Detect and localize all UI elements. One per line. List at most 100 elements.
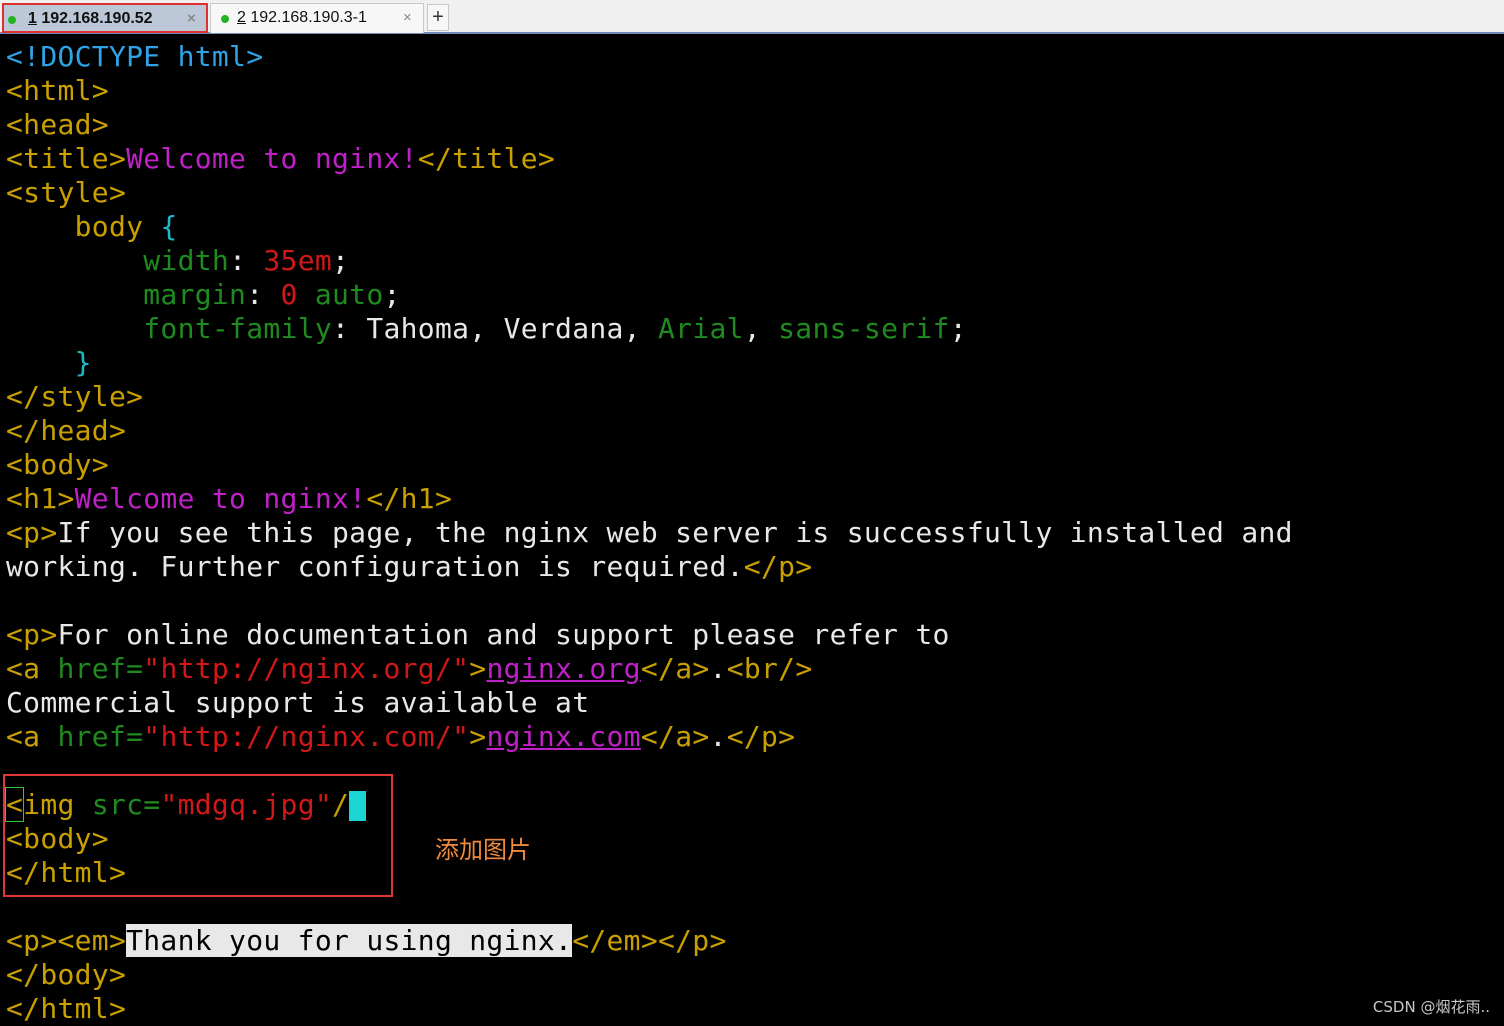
code-token: > — [469, 652, 487, 685]
code-token: </html> — [6, 992, 127, 1025]
code-token: { — [160, 210, 178, 243]
code-token: : Tahoma, Verdana, — [332, 312, 658, 345]
code-token: <p><em> — [6, 924, 127, 957]
code-token: <a — [6, 652, 58, 685]
code-token: 0 — [280, 278, 298, 311]
code-token: font-family — [143, 312, 332, 345]
code-token: . — [709, 652, 727, 685]
code-token: Commercial support is available at — [6, 686, 590, 719]
code-token: : — [229, 244, 264, 277]
code-token: </head> — [6, 414, 127, 447]
editor-line: </html> — [6, 992, 1496, 1026]
code-token: ; — [949, 312, 967, 345]
editor-line: working. Further configuration is requir… — [6, 550, 1496, 584]
code-token: nginx.org — [486, 652, 641, 685]
code-token: Welcome to nginx! — [74, 482, 367, 515]
editor-line: <title>Welcome to nginx!</title> — [6, 142, 1496, 176]
code-token: </a> — [640, 720, 710, 753]
code-token: </p> — [743, 550, 813, 583]
code-token: <head> — [6, 108, 109, 141]
connected-status-icon — [8, 16, 16, 24]
editor-line: } — [6, 346, 1496, 380]
editor-line: Commercial support is available at — [6, 686, 1496, 720]
editor-line: <a href="http://nginx.com/">nginx.com</a… — [6, 720, 1496, 754]
editor-line: margin: 0 auto; — [6, 278, 1496, 312]
tab-session-2[interactable]: 2 192.168.190.3-1 × — [210, 3, 424, 33]
code-token: <body> — [6, 448, 109, 481]
code-token: </style> — [6, 380, 144, 413]
code-token: ; — [383, 278, 401, 311]
code-token: <br/> — [726, 652, 813, 685]
code-token: . — [709, 720, 727, 753]
tab-session-1[interactable]: 1 192.168.190.52 × — [2, 3, 208, 33]
editor-line: body { — [6, 210, 1496, 244]
code-token: <!DOCTYPE html> — [6, 40, 264, 73]
code-token: <h1> — [6, 482, 75, 515]
editor-line: <p>For online documentation and support … — [6, 618, 1496, 652]
code-token: Welcome to nginx! — [126, 142, 418, 175]
code-token: "http://nginx.org/" — [143, 652, 470, 685]
code-token: , — [743, 312, 779, 345]
editor-line: <style> — [6, 176, 1496, 210]
editor-line: <p>If you see this page, the nginx web s… — [6, 516, 1496, 550]
code-token: href= — [57, 652, 144, 685]
code-token: </title> — [417, 142, 556, 175]
code-token: href= — [57, 720, 144, 753]
annotation-highlight-box — [3, 774, 393, 897]
code-token: <p> — [6, 618, 58, 651]
code-token: width — [143, 244, 230, 277]
code-token: <p> — [6, 516, 58, 549]
tab-label: 1 192.168.190.52 — [28, 10, 153, 27]
code-token: "http://nginx.com/" — [143, 720, 470, 753]
code-token: auto — [314, 278, 384, 311]
code-token: 35em — [263, 244, 333, 277]
editor-line: font-family: Tahoma, Verdana, Arial, san… — [6, 312, 1496, 346]
tab-bar: 1 192.168.190.52 × 2 192.168.190.3-1 × + — [0, 0, 1504, 34]
code-token: For online documentation and support ple… — [57, 618, 950, 651]
code-token: body — [74, 210, 144, 243]
code-token: Thank you for using nginx. — [126, 924, 573, 957]
code-token: working. Further configuration is requir… — [6, 550, 744, 583]
editor-line: </style> — [6, 380, 1496, 414]
editor-line: <p><em>Thank you for using nginx.</em></… — [6, 924, 1496, 958]
close-tab-icon[interactable]: × — [187, 5, 196, 33]
editor-line: <html> — [6, 74, 1496, 108]
code-token: : — [246, 278, 281, 311]
editor-line: </body> — [6, 958, 1496, 992]
code-token: margin — [143, 278, 247, 311]
code-token: </h1> — [366, 482, 453, 515]
code-token: </em></p> — [572, 924, 727, 957]
close-tab-icon[interactable]: × — [403, 4, 412, 32]
editor-line: <body> — [6, 448, 1496, 482]
code-token: ; — [332, 244, 350, 277]
code-token: </p> — [726, 720, 796, 753]
editor-line: width: 35em; — [6, 244, 1496, 278]
code-token: </a> — [640, 652, 710, 685]
code-token: Arial — [658, 312, 744, 345]
annotation-label: 添加图片 — [435, 836, 531, 864]
new-tab-button[interactable]: + — [427, 4, 449, 31]
code-token: nginx.com — [486, 720, 641, 753]
code-token: <html> — [6, 74, 109, 107]
code-token: > — [469, 720, 487, 753]
code-token: If you see this page, the nginx web serv… — [57, 516, 1293, 549]
editor-line: <head> — [6, 108, 1496, 142]
editor-line: <!DOCTYPE html> — [6, 40, 1496, 74]
watermark: CSDN @烟花雨.. — [1372, 998, 1490, 1016]
code-token: <title> — [6, 142, 127, 175]
connected-status-icon — [221, 15, 229, 23]
editor-line: <a href="http://nginx.org/">nginx.org</a… — [6, 652, 1496, 686]
tab-label: 2 192.168.190.3-1 — [237, 9, 367, 26]
editor-line: <h1>Welcome to nginx!</h1> — [6, 482, 1496, 516]
code-token: <style> — [6, 176, 127, 209]
editor-line: </head> — [6, 414, 1496, 448]
code-token: </body> — [6, 958, 127, 991]
